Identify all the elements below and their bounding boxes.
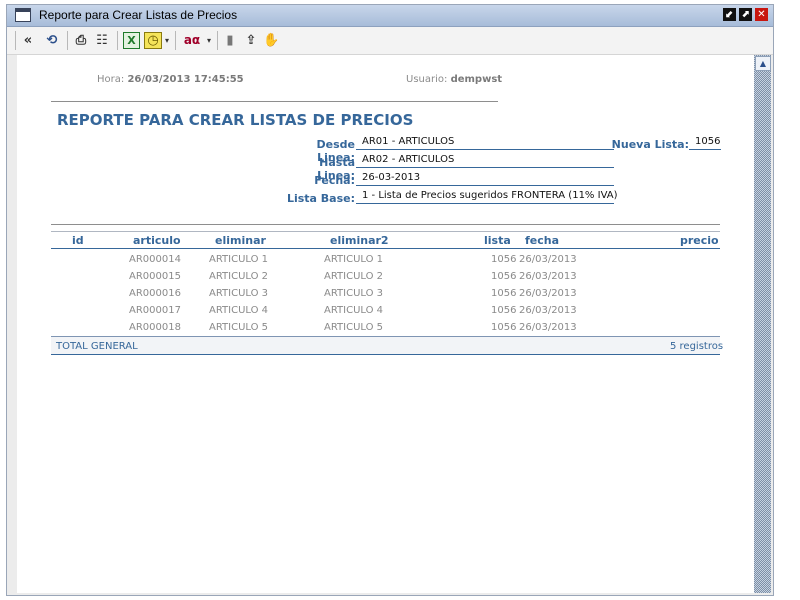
- print-icon[interactable]: ⎙: [73, 32, 89, 49]
- lista-base-value: 1 - Lista de Precios sugeridos FRONTERA …: [356, 189, 618, 204]
- cell-articulo: AR000014: [129, 254, 181, 265]
- column-header-lista: lista: [484, 234, 511, 247]
- report-page: Hora: 26/03/2013 17:45:55 Usuario: dempw…: [17, 55, 754, 593]
- clipboard-icon[interactable]: ▮: [223, 32, 237, 49]
- report-window: Reporte para Crear Listas de Precios ⬋ ⬈…: [6, 4, 774, 596]
- refresh-icon[interactable]: ⟲: [43, 32, 61, 49]
- cell-eliminar2: ARTICULO 1: [324, 254, 384, 265]
- chevron-down-icon[interactable]: ▾: [204, 32, 214, 49]
- header-bottom-rule: [51, 248, 720, 249]
- cell-lista: 1056: [491, 305, 517, 316]
- header-top-rule: [51, 231, 720, 232]
- cell-articulo: AR000017: [129, 305, 181, 316]
- window-title: Reporte para Crear Listas de Precios: [39, 8, 238, 22]
- scroll-up-icon[interactable]: ▲: [755, 56, 771, 71]
- column-header-eliminar2: eliminar2: [330, 234, 389, 247]
- cell-lista: 1056: [491, 254, 517, 265]
- export-icon[interactable]: ⇪: [243, 32, 259, 49]
- total-count: 5 registros: [670, 341, 724, 352]
- cell-eliminar: ARTICULO 2: [209, 271, 269, 282]
- usuario-value: dempwst: [450, 74, 503, 85]
- hora-value: 26/03/2013 17:45:55: [127, 74, 244, 85]
- desde-value: AR01 - ARTICULOS: [356, 135, 614, 150]
- cell-eliminar: ARTICULO 5: [209, 322, 269, 333]
- cell-fecha: 26/03/2013: [519, 288, 577, 299]
- hora-field: Hora: 26/03/2013 17:45:55: [97, 74, 244, 85]
- total-row-band: [51, 336, 720, 354]
- cell-fecha: 26/03/2013: [519, 305, 577, 316]
- column-header-fecha: fecha: [525, 234, 560, 247]
- vertical-scrollbar[interactable]: ▲: [754, 55, 771, 593]
- cell-articulo: AR000016: [129, 288, 181, 299]
- cell-eliminar: ARTICULO 4: [209, 305, 269, 316]
- title-rule: [51, 101, 498, 102]
- fecha-label: Fecha:: [314, 174, 355, 187]
- toolbar: « ⟲ ⎙ ☷ X ◷ ▾ aα ▾ ▮ ⇪ ✋: [7, 27, 773, 55]
- column-header-precio: precio: [680, 234, 719, 247]
- cell-eliminar2: ARTICULO 5: [324, 322, 384, 333]
- close-icon[interactable]: ✕: [755, 8, 768, 21]
- cell-eliminar: ARTICULO 1: [209, 254, 269, 265]
- column-header-id: id: [72, 234, 84, 247]
- back-icon[interactable]: «: [20, 32, 36, 49]
- cell-eliminar2: ARTICULO 3: [324, 288, 384, 299]
- cell-eliminar: ARTICULO 3: [209, 288, 269, 299]
- cell-fecha: 26/03/2013: [519, 254, 577, 265]
- total-top-rule: [51, 336, 720, 337]
- toolbar-separator: [175, 31, 176, 50]
- cell-articulo: AR000015: [129, 271, 181, 282]
- schedule-icon[interactable]: ◷: [144, 32, 162, 49]
- hasta-value: AR02 - ARTICULOS: [356, 153, 614, 168]
- total-label: TOTAL GENERAL: [56, 341, 138, 352]
- column-header-eliminar: eliminar: [215, 234, 266, 247]
- column-header-articulo: articulo: [133, 234, 181, 247]
- font-icon[interactable]: aα: [181, 32, 203, 49]
- chevron-down-icon[interactable]: ▾: [162, 32, 172, 49]
- usuario-label: Usuario:: [406, 74, 448, 85]
- minimize-icon[interactable]: ⬋: [723, 8, 736, 21]
- cell-lista: 1056: [491, 322, 517, 333]
- hora-label: Hora:: [97, 74, 125, 85]
- title-bar[interactable]: Reporte para Crear Listas de Precios ⬋ ⬈…: [7, 5, 773, 27]
- fecha-value: 26-03-2013: [356, 171, 614, 186]
- toolbar-separator: [117, 31, 118, 50]
- cell-eliminar2: ARTICULO 2: [324, 271, 384, 282]
- cell-lista: 1056: [491, 271, 517, 282]
- toolbar-separator: [217, 31, 218, 50]
- toolbar-separator: [67, 31, 68, 50]
- usuario-field: Usuario: dempwst: [406, 74, 502, 85]
- cell-lista: 1056: [491, 288, 517, 299]
- cell-fecha: 26/03/2013: [519, 322, 577, 333]
- columns-icon[interactable]: ☷: [93, 32, 111, 49]
- nueva-lista-value: 1056: [689, 135, 721, 150]
- total-bottom-rule: [51, 354, 720, 355]
- cell-eliminar2: ARTICULO 4: [324, 305, 384, 316]
- window-icon: [15, 8, 31, 22]
- cell-fecha: 26/03/2013: [519, 271, 577, 282]
- hand-icon[interactable]: ✋: [263, 32, 279, 49]
- cell-articulo: AR000018: [129, 322, 181, 333]
- lista-base-label: Lista Base:: [286, 192, 355, 205]
- nueva-lista-label: Nueva Lista:: [611, 138, 689, 151]
- maximize-icon[interactable]: ⬈: [739, 8, 752, 21]
- report-title: REPORTE PARA CREAR LISTAS DE PRECIOS: [57, 111, 414, 129]
- excel-icon[interactable]: X: [123, 32, 140, 49]
- toolbar-separator: [15, 31, 16, 50]
- table-top-rule: [51, 224, 720, 225]
